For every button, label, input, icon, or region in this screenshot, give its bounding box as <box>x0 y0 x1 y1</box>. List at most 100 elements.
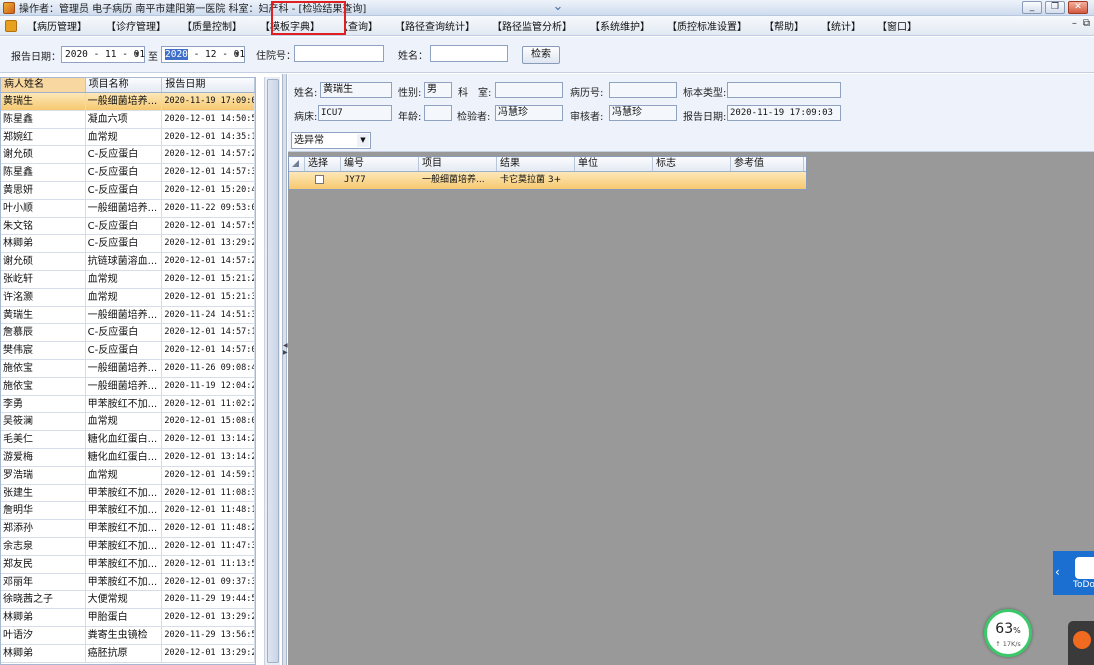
table-row[interactable]: 徐晓茜之子 大便常规 2020-11-29 19:44:55 <box>1 591 255 610</box>
menu-pathway-analysis[interactable]: 【路径监管分析】 <box>492 18 572 33</box>
menu-qc-standards[interactable]: 【质控标准设置】 <box>667 18 747 33</box>
table-row[interactable]: 樊伟宸 C-反应蛋白 2020-12-01 14:57:09 <box>1 342 255 360</box>
search-button[interactable]: 检索 <box>522 46 560 64</box>
age-field[interactable] <box>424 105 452 121</box>
menu-system[interactable]: 【系统维护】 <box>590 18 650 33</box>
table-row[interactable]: 施依宝 一般细菌培养... 2020-11-26 09:08:49 <box>1 359 255 378</box>
mdi-restore-button[interactable]: ⧉ <box>1083 18 1090 29</box>
menu-quality-control[interactable]: 【质量控制】 <box>182 18 242 33</box>
column-select[interactable]: 选择 <box>305 157 341 171</box>
column-item[interactable]: 项目 <box>419 157 497 171</box>
reviewer-field[interactable]: 冯慧珍 <box>609 105 677 121</box>
menu-window[interactable]: 【窗口】 <box>877 18 917 33</box>
column-item-name[interactable]: 项目名称 <box>86 78 163 92</box>
network-monitor-widget[interactable]: 63% ↑ 17K/s <box>984 609 1032 657</box>
report-date-cell: 2020-12-01 14:50:50 <box>162 110 255 128</box>
menu-pathway-stats[interactable]: 【路径查询统计】 <box>395 18 475 33</box>
table-row[interactable]: 谢允硕 C-反应蛋白 2020-12-01 14:57:25 <box>1 146 255 165</box>
patient-name-field[interactable]: 黄瑞生 <box>320 82 392 98</box>
table-row[interactable]: 罗浩瑞 血常规 2020-12-01 14:59:13 <box>1 466 255 485</box>
table-row[interactable]: 陈星鑫 C-反应蛋白 2020-12-01 14:57:36 <box>1 164 255 182</box>
table-row[interactable]: JY77 一般细菌培养... 卡它莫拉菌 3+ <box>289 172 806 189</box>
table-row[interactable]: 张屹轩 血常规 2020-12-01 15:21:25 <box>1 270 255 289</box>
date-from-picker[interactable]: 2020 - 11 - 01 ▼ <box>61 46 145 63</box>
table-row[interactable]: 谢允硕 抗链球菌溶血... 2020-12-01 14:57:25 <box>1 253 255 271</box>
row-select-checkbox[interactable] <box>315 175 324 184</box>
restore-button[interactable]: ❐ <box>1045 1 1065 14</box>
table-row[interactable]: 林卿弟 甲胎蛋白 2020-12-01 13:29:25 <box>1 609 255 627</box>
column-reference[interactable]: 参考值 <box>731 157 804 171</box>
column-code[interactable]: 编号 <box>341 157 419 171</box>
table-row[interactable]: 叶小顺 一般细菌培养... 2020-11-22 09:53:01 <box>1 199 255 218</box>
table-row[interactable]: 邓丽年 甲苯胺红不加... 2020-12-01 09:37:31 <box>1 573 255 592</box>
bed-field[interactable]: ICU7 <box>318 105 392 121</box>
chevron-left-icon[interactable]: ‹ <box>1055 565 1060 579</box>
patient-name-cell: 施依宝 <box>1 377 86 395</box>
chevron-down-icon[interactable]: ⌄ <box>546 0 570 16</box>
table-row[interactable]: 叶语汐 粪寄生虫镜检 2020-11-29 13:56:58 <box>1 626 255 645</box>
screen-recorder-widget[interactable] <box>1068 621 1094 665</box>
patient-list-grid[interactable]: 病人姓名 项目名称 报告日期 黄瑞生 一般细菌培养... 2020-11-19 17… <box>0 77 256 665</box>
table-row[interactable]: 毛美仁 糖化血红蛋白... 2020-12-01 13:14:24 <box>1 431 255 449</box>
table-row[interactable]: 詹慕辰 C-反应蛋白 2020-12-01 14:57:18 <box>1 324 255 343</box>
menu-bar: 【病历管理】 【诊疗管理】 【质量控制】 【模板字典】 【查询】 【路径查询统计… <box>0 16 1094 36</box>
report-date-cell: 2020-11-29 19:44:55 <box>162 591 255 609</box>
date-to-picker[interactable]: 2020 - 12 - 01 ▼ <box>161 46 245 63</box>
column-unit[interactable]: 单位 <box>575 157 653 171</box>
table-row[interactable]: 黄瑞生 一般细菌培养... 2020-11-24 14:51:38 <box>1 306 255 325</box>
table-row[interactable]: 黄思妍 C-反应蛋白 2020-12-01 15:20:42 <box>1 181 255 200</box>
table-row[interactable]: 吴筱澜 血常规 2020-12-01 15:08:04 <box>1 413 255 432</box>
table-row[interactable]: 张建生 甲苯胺红不加... 2020-12-01 11:08:34 <box>1 484 255 503</box>
patient-list-scrollbar[interactable] <box>264 77 280 665</box>
item-name-cell: C-反应蛋白 <box>86 235 163 253</box>
table-row[interactable]: 陈星鑫 凝血六项 2020-12-01 14:50:50 <box>1 110 255 129</box>
menu-medical-records[interactable]: 【病历管理】 <box>27 18 87 33</box>
chevron-down-icon[interactable]: ▼ <box>357 134 369 147</box>
table-row[interactable]: 郑添孙 甲苯胺红不加... 2020-12-01 11:48:27 <box>1 520 255 538</box>
report-date-cell: 2020-12-01 11:08:34 <box>162 484 255 502</box>
menu-app-icon[interactable] <box>5 19 17 32</box>
record-icon[interactable] <box>1073 631 1091 649</box>
dept-field[interactable] <box>495 82 563 98</box>
table-row[interactable]: 李勇 甲苯胺红不加... 2020-12-01 11:02:27 <box>1 395 255 414</box>
chevron-down-icon[interactable]: ▼ <box>131 48 143 61</box>
close-button[interactable]: ✕ <box>1068 1 1088 14</box>
record-no-field[interactable] <box>609 82 677 98</box>
admission-no-input[interactable] <box>294 45 384 62</box>
report-date-cell: 2020-12-01 13:14:24 <box>162 431 255 448</box>
chevron-down-icon[interactable]: ▼ <box>231 48 243 61</box>
table-row[interactable]: 郑婉红 血常规 2020-12-01 14:35:12 <box>1 128 255 147</box>
tester-field[interactable]: 冯慧珍 <box>495 105 563 121</box>
menu-help[interactable]: 【帮助】 <box>764 18 804 33</box>
patient-name-cell: 罗浩瑞 <box>1 466 86 484</box>
scrollbar-thumb[interactable] <box>267 79 279 663</box>
table-row[interactable]: 林卿弟 C-反应蛋白 2020-12-01 13:29:25 <box>1 235 255 254</box>
result-grid[interactable]: 选择 编号 项目 结果 单位 标志 参考值 JY77 一般细菌培养... 卡它莫… <box>288 156 807 190</box>
report-date-field[interactable]: 2020-11-19 17:09:03 <box>727 105 841 121</box>
column-patient-name[interactable]: 病人姓名 <box>1 78 86 92</box>
column-result[interactable]: 结果 <box>497 157 575 171</box>
table-row[interactable]: 詹明华 甲苯胺红不加... 2020-12-01 11:48:13 <box>1 502 255 521</box>
specimen-field[interactable] <box>727 82 841 98</box>
table-row[interactable]: 黄瑞生 一般细菌培养... 2020-11-19 17:09:03 <box>1 93 255 111</box>
abnormal-filter-select[interactable]: 选异常 ▼ <box>291 132 371 149</box>
select-all-corner-icon[interactable] <box>289 157 305 171</box>
panel-splitter[interactable]: ◀ ▶ <box>282 74 288 665</box>
table-row[interactable]: 许洺灏 血常规 2020-12-01 15:21:30 <box>1 288 255 307</box>
name-input[interactable] <box>430 45 508 62</box>
table-row[interactable]: 余志泉 甲苯胺红不加... 2020-12-01 11:47:33 <box>1 537 255 556</box>
minimize-button[interactable]: _ <box>1022 1 1042 14</box>
table-row[interactable]: 游爱梅 糖化血红蛋白... 2020-12-01 13:14:28 <box>1 448 255 467</box>
column-report-date[interactable]: 报告日期 <box>162 78 255 92</box>
table-row[interactable]: 施依宝 一般细菌培养... 2020-11-19 12:04:21 <box>1 377 255 396</box>
table-row[interactable]: 郑友民 甲苯胺红不加... 2020-12-01 11:13:56 <box>1 555 255 574</box>
splitter-arrows-icon[interactable]: ◀ ▶ <box>283 342 288 356</box>
mdi-minimize-button[interactable]: – <box>1072 18 1077 29</box>
column-flag[interactable]: 标志 <box>653 157 731 171</box>
menu-treatment[interactable]: 【诊疗管理】 <box>106 18 166 33</box>
table-row[interactable]: 林卿弟 癌胚抗原 2020-12-01 13:29:25 <box>1 644 255 663</box>
menu-statistics[interactable]: 【统计】 <box>821 18 861 33</box>
sex-field[interactable]: 男 <box>424 82 452 98</box>
table-row[interactable]: 朱文铭 C-反应蛋白 2020-12-01 14:57:59 <box>1 217 255 236</box>
todo-widget[interactable]: ‹ ToDo <box>1053 551 1094 595</box>
